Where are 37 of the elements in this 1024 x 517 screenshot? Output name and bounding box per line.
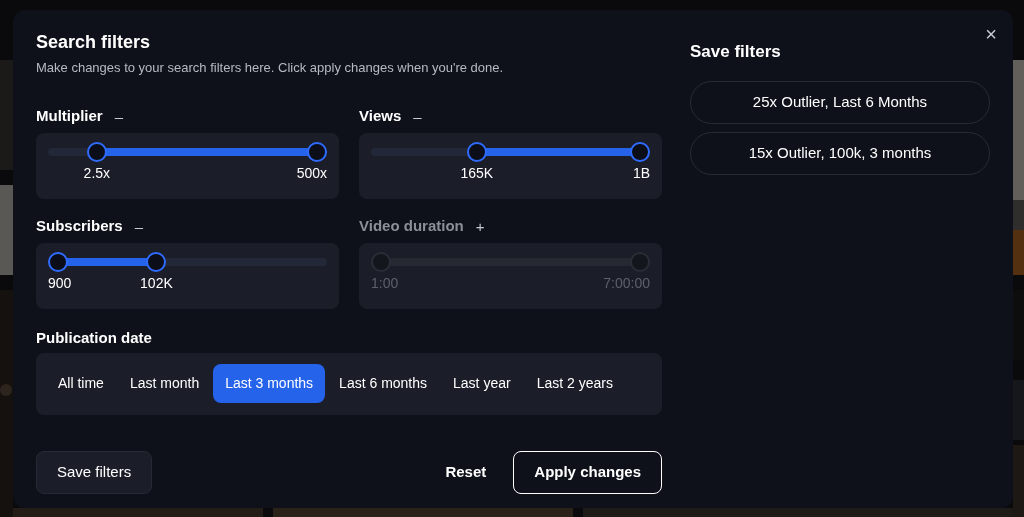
- save-filters-button[interactable]: Save filters: [36, 450, 153, 494]
- slider-thumb[interactable]: [630, 141, 650, 162]
- slider-value: 1B: [632, 163, 650, 183]
- date-option[interactable]: Last month: [117, 364, 212, 403]
- toggle-button[interactable]: –: [134, 219, 144, 234]
- slider-thumb[interactable]: [86, 141, 107, 162]
- slider-thumb[interactable]: [48, 251, 68, 272]
- dialog-description: Make changes to your search filters here. Click apply changes when you're done.: [36, 59, 505, 77]
- slider-value: 165K: [460, 163, 494, 183]
- dialog-title: Search filters: [36, 31, 152, 53]
- date-option[interactable]: Last 6 months: [327, 364, 440, 403]
- date-option[interactable]: Last year: [441, 364, 523, 403]
- slider-thumb[interactable]: [307, 141, 327, 162]
- section-label: Publication date: [36, 327, 153, 348]
- date-option[interactable]: All time: [46, 364, 116, 403]
- slider-value: 102K: [140, 273, 173, 293]
- range-slider[interactable]: 165K 1B: [371, 141, 650, 182]
- range-slider[interactable]: 2.5x 500x: [48, 141, 327, 182]
- reset-button[interactable]: Reset: [445, 460, 487, 484]
- slider-value: 900: [48, 273, 72, 293]
- toggle-button[interactable]: –: [114, 109, 123, 124]
- slider-label: Multiplier: [36, 106, 103, 127]
- saved-filters-title: Save filters: [690, 41, 782, 63]
- slider-value: 2.5x: [83, 163, 111, 183]
- slider-thumb[interactable]: [146, 251, 167, 272]
- slider-value: 1:00: [371, 273, 399, 293]
- slider-value: 7:00:00: [603, 273, 650, 293]
- slider-label: Views: [359, 106, 402, 127]
- slider-thumb[interactable]: [466, 141, 487, 162]
- apply-changes-button[interactable]: Apply changes: [513, 450, 662, 494]
- date-option[interactable]: Last 3 months: [213, 364, 326, 403]
- slider-value: 500x: [296, 163, 327, 183]
- toggle-button[interactable]: –: [413, 109, 422, 124]
- date-option[interactable]: Last 2 years: [524, 364, 625, 403]
- slider-label: Subscribers: [36, 216, 123, 237]
- slider-label: Video duration: [359, 216, 464, 237]
- range-slider[interactable]: 900 102K: [48, 251, 327, 292]
